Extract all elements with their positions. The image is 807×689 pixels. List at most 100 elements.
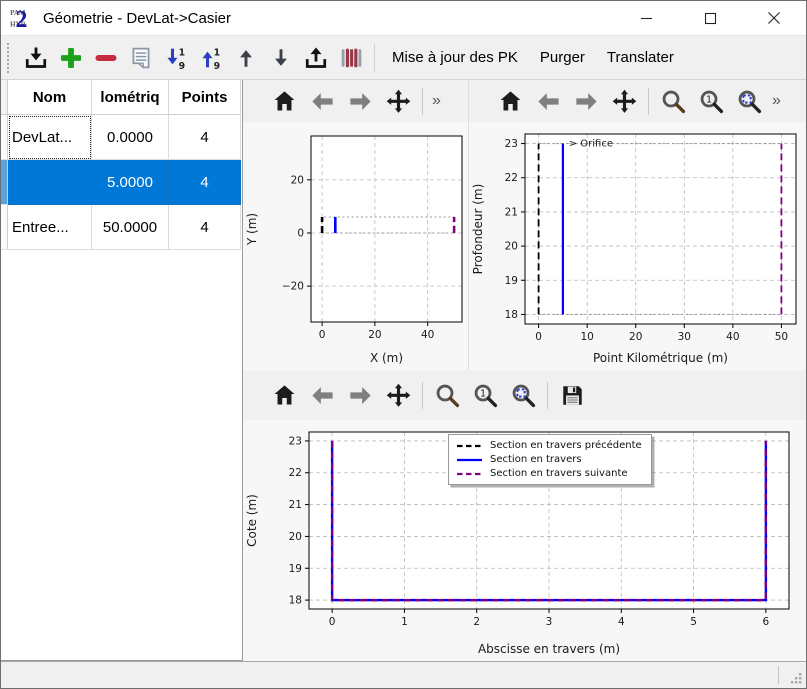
resize-grip[interactable] [791, 673, 803, 685]
table-cell-1-points[interactable]: 4 [169, 160, 241, 205]
zoom-icon [434, 382, 461, 409]
svg-text:50: 50 [775, 331, 788, 343]
remove-button[interactable] [88, 40, 123, 76]
cross-section-chart-canvas[interactable]: 0123456181920212223Abscisse en travers (… [243, 420, 806, 661]
cross-section-block: 1 0123456181920212223Abscisse en travers… [243, 370, 806, 661]
main-toolbar: 1 9 1 9 [1, 35, 806, 80]
forward-button[interactable] [567, 82, 605, 120]
titlebar: PAM HYR 2 Géometrie - DevLat->Casier [1, 1, 806, 35]
svg-text:−20: −20 [282, 281, 304, 293]
update-pk-button[interactable]: Mise à jour des PK [381, 40, 529, 76]
sort-descending-icon: 1 9 [162, 44, 190, 72]
pan-button[interactable] [379, 376, 417, 414]
sort-descending-button[interactable]: 1 9 [158, 40, 193, 76]
overflow-button[interactable]: » [428, 92, 445, 110]
window-title: Géometrie - DevLat->Casier [43, 10, 231, 27]
export-icon [302, 44, 330, 72]
forward-button[interactable] [341, 376, 379, 414]
profile-chart-canvas[interactable]: 01020304050181920212223Point Kilométriqu… [469, 122, 806, 370]
back-button[interactable] [303, 82, 341, 120]
table-cell-0-points[interactable]: 4 [169, 115, 241, 160]
add-icon [57, 44, 85, 72]
column-header-0[interactable]: Nom [8, 80, 92, 115]
purger-button[interactable]: Purger [529, 40, 596, 76]
row-header-2[interactable] [1, 205, 8, 250]
plan-chart-canvas[interactable]: 02040−20020X (m)Y (m) [243, 122, 468, 370]
app-window: PAM HYR 2 Géometrie - DevLat->Casier [0, 0, 807, 689]
pan-button[interactable] [605, 82, 643, 120]
table-cell-2-points[interactable]: 4 [169, 205, 241, 250]
forward-button[interactable] [341, 82, 379, 120]
svg-text:23: 23 [289, 435, 302, 447]
move-up-button[interactable] [228, 40, 263, 76]
zoom-one-button[interactable]: 1 [692, 82, 730, 120]
svg-text:20: 20 [505, 241, 518, 253]
back-button[interactable] [303, 376, 341, 414]
duplicate-button[interactable] [123, 40, 158, 76]
translater-button[interactable]: Translater [596, 40, 685, 76]
svg-text:10: 10 [580, 331, 593, 343]
add-button[interactable] [53, 40, 88, 76]
import-button[interactable] [18, 40, 53, 76]
minimize-button[interactable] [614, 1, 678, 35]
charts-area: » 02040−20020X (m)Y (m) 1» 0102030405018… [243, 80, 806, 661]
table-cell-2-nom[interactable]: Entree... [8, 205, 92, 250]
zoom-rect-button[interactable] [504, 376, 542, 414]
svg-text:9: 9 [178, 61, 185, 72]
legend-entry-2: Section en travers suivante [456, 468, 642, 479]
table-cell-0-nom[interactable]: DevLat... [8, 115, 92, 160]
svg-text:22: 22 [289, 467, 302, 479]
zoom-rect-button[interactable] [730, 82, 768, 120]
profile-annotation: > Orifice [569, 138, 613, 149]
move-up-icon [232, 44, 260, 72]
back-icon [309, 88, 336, 115]
table-cell-2-km[interactable]: 50.0000 [92, 205, 169, 250]
svg-text:40: 40 [421, 329, 434, 341]
sections-button[interactable] [333, 40, 368, 76]
home-icon [271, 88, 298, 115]
home-button[interactable] [491, 82, 529, 120]
row-header-0[interactable] [1, 115, 8, 160]
zoom-button[interactable] [428, 376, 466, 414]
svg-text:9: 9 [213, 61, 220, 72]
profile-chart-block: 1» 01020304050181920212223Point Kilométr… [468, 80, 806, 370]
row-header-1[interactable] [1, 160, 8, 205]
move-down-icon [267, 44, 295, 72]
svg-text:23: 23 [505, 138, 518, 150]
toolbar-handle[interactable] [7, 43, 14, 73]
table-cell-0-km[interactable]: 0.0000 [92, 115, 169, 160]
column-header-2[interactable]: Points [169, 80, 241, 115]
maximize-button[interactable] [678, 1, 742, 35]
move-down-button[interactable] [263, 40, 298, 76]
table-corner[interactable] [1, 80, 8, 115]
cross-section-nav-toolbar: 1 [243, 370, 806, 420]
home-button[interactable] [265, 376, 303, 414]
svg-text:1: 1 [401, 616, 408, 628]
app-logo-icon: PAM HYR 2 [9, 5, 35, 31]
column-header-1[interactable]: lométriq [92, 80, 169, 115]
table-cell-1-km[interactable]: 5.0000 [92, 160, 169, 205]
back-icon [309, 382, 336, 409]
overflow-button[interactable]: » [768, 92, 785, 110]
toolbar-separator [422, 382, 423, 409]
toolbar-separator [547, 382, 548, 409]
save-button[interactable] [553, 376, 591, 414]
back-button[interactable] [529, 82, 567, 120]
svg-text:19: 19 [289, 563, 302, 575]
duplicate-icon [127, 44, 155, 72]
close-button[interactable] [742, 1, 806, 35]
zoom-button[interactable] [654, 82, 692, 120]
cross-section-ylabel: Cote (m) [245, 494, 259, 547]
sort-ascending-button[interactable]: 1 9 [193, 40, 228, 76]
svg-text:3: 3 [546, 616, 553, 628]
pan-button[interactable] [379, 82, 417, 120]
import-icon [22, 44, 50, 72]
export-button[interactable] [298, 40, 333, 76]
svg-text:21: 21 [505, 206, 518, 218]
table-cell-1-nom[interactable] [8, 160, 92, 205]
home-button[interactable] [265, 82, 303, 120]
legend-entry-0: Section en travers précédente [456, 440, 642, 451]
zoom-one-button[interactable]: 1 [466, 376, 504, 414]
save-icon [559, 382, 586, 409]
svg-text:1: 1 [213, 47, 220, 58]
